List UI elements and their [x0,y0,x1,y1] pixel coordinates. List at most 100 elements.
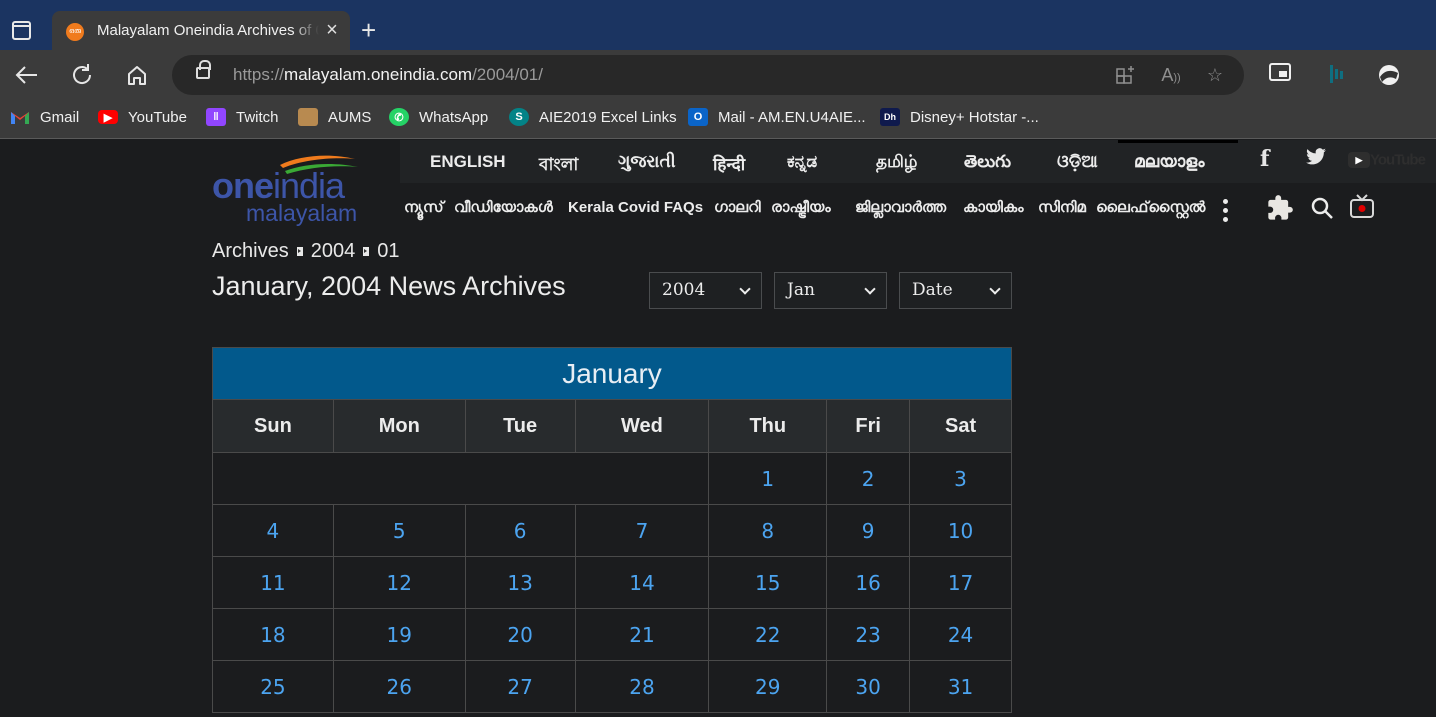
live-tv-icon[interactable] [1349,193,1375,224]
menu-videos[interactable]: വീഡിയോകൾ [454,199,553,216]
lang-gujarati[interactable]: ગુજરાતી [618,152,676,172]
url-scheme: https:// [233,65,285,84]
new-tab-icon[interactable]: + [361,17,376,43]
bookmark-mail[interactable]: O Mail - AM.EN.U4AIE... [688,107,866,127]
menu-cinema[interactable]: സിനിമ [1038,199,1086,216]
bookmark-twitch[interactable]: ‖ Twitch [206,107,279,127]
breadcrumb-archives[interactable]: Archives [212,240,289,262]
facebook-icon[interactable]: f [1260,146,1269,172]
sidebar-icon[interactable] [12,21,31,40]
bookmark-aums[interactable]: AUMS [298,107,371,127]
weekday-wed: Wed [574,399,710,453]
month-select[interactable]: Jan [774,272,887,309]
search-icon[interactable] [1310,196,1334,225]
breadcrumb-year[interactable]: 2004 [311,240,356,262]
twitch-icon: ‖ [206,108,226,126]
more-icon[interactable] [1223,199,1228,222]
home-icon[interactable] [122,60,152,90]
extension-icon[interactable] [1324,63,1348,87]
calendar-day-link[interactable]: 11 [260,571,285,595]
bookmark-aie2019[interactable]: S AIE2019 Excel Links [509,107,677,127]
calendar-day-link[interactable]: 12 [387,571,412,595]
youtube-social-icon[interactable]: ▶ YouTube [1348,151,1426,169]
calendar-day-link[interactable]: 27 [507,675,532,699]
calendar-day-link[interactable]: 31 [948,675,973,699]
menu-gallery[interactable]: ഗാലറി [714,199,761,216]
lock-icon[interactable] [196,60,211,79]
menu-district-news[interactable]: ജില്ലാവാർത്ത [855,199,946,216]
calendar-day-link[interactable]: 30 [855,675,880,699]
lang-kannada[interactable]: ಕನ್ನಡ [787,152,817,172]
bookmark-gmail[interactable]: Gmail [10,107,79,127]
lang-english[interactable]: ENGLISH [430,152,506,172]
calendar-day-link[interactable]: 18 [260,623,285,647]
year-select[interactable]: 2004 [649,272,762,309]
bookmark-whatsapp[interactable]: ✆ WhatsApp [389,107,488,127]
lang-odia[interactable]: ଓଡ଼ିଆ [1057,152,1098,172]
puzzle-icon[interactable] [1266,194,1294,227]
calendar-day-link[interactable]: 9 [862,519,875,543]
twitter-icon[interactable] [1305,148,1327,171]
read-aloud-icon[interactable]: A)) [1159,63,1183,87]
date-select[interactable]: Date [899,272,1012,309]
calendar-day-link[interactable]: 3 [954,467,967,491]
menu-lifestyle[interactable]: ലൈഫ്‌സ്റ്റൈൽ [1096,199,1205,216]
picture-in-picture-icon[interactable] [1268,63,1292,87]
calendar-day-link[interactable]: 1 [761,467,774,491]
calendar-day-link[interactable]: 26 [387,675,412,699]
browser-tab[interactable]: ഒരു Malayalam Oneindia Archives of 01 20… [52,11,350,51]
calendar-day-link[interactable]: 5 [393,519,406,543]
date-select-value: Date [912,280,953,300]
chevron-down-icon [864,283,876,295]
url-text[interactable]: https://malayalam.oneindia.com/2004/01/ [233,65,543,85]
calendar-day-link[interactable]: 25 [260,675,285,699]
calendar-day-link[interactable]: 17 [948,571,973,595]
calendar-day-link[interactable]: 6 [514,519,527,543]
calendar-day-link[interactable]: 7 [636,519,649,543]
bookmark-youtube[interactable]: ▶ YouTube [98,107,187,127]
calendar-day-link[interactable]: 10 [948,519,973,543]
calendar-day-link[interactable]: 13 [507,571,532,595]
calendar-day-link[interactable]: 23 [855,623,880,647]
page-content: oneindia malayalam ENGLISH বাংলা ગુજરાતી… [0,140,1436,717]
menu-news[interactable]: ന്യൂസ് [404,199,444,216]
calendar-day-link[interactable]: 28 [629,675,654,699]
lang-malayalam-active[interactable]: മലയാളം [1134,152,1204,172]
lang-tamil[interactable]: தமிழ் [876,152,918,174]
bookmark-hotstar[interactable]: Dh Disney+ Hotstar -... [880,107,1039,127]
close-tab-icon[interactable]: × [322,20,342,40]
weekday-fri: Fri [826,399,911,453]
calendar-day-link[interactable]: 21 [629,623,654,647]
calendar-day-link[interactable]: 20 [507,623,532,647]
calendar-day-link[interactable]: 14 [629,571,654,595]
back-icon[interactable] [12,60,42,90]
month-select-value: Jan [787,280,815,300]
calendar-day-cell: 29 [708,660,828,713]
address-bar[interactable]: https://malayalam.oneindia.com/2004/01/ … [172,55,1244,95]
calendar-day-link[interactable]: 15 [755,571,780,595]
menu-politics[interactable]: രാഷ്ട്രീയം [771,199,831,216]
calendar-day-link[interactable]: 29 [755,675,780,699]
calendar-day-link[interactable]: 19 [387,623,412,647]
refresh-icon[interactable] [67,60,97,90]
profile-icon[interactable] [1377,63,1401,87]
calendar-day-link[interactable]: 2 [862,467,875,491]
menu-kerala-covid-faqs[interactable]: Kerala Covid FAQs [568,199,703,216]
outlook-icon: O [688,108,708,126]
calendar-day-link[interactable]: 22 [755,623,780,647]
bookmark-label: Twitch [236,108,279,126]
lang-telugu[interactable]: తెలుగు [964,152,1011,176]
calendar-day-link[interactable]: 4 [267,519,280,543]
calendar-day-link[interactable]: 16 [855,571,880,595]
calendar-day-link[interactable]: 24 [948,623,973,647]
menu-sports[interactable]: കായികം [963,199,1023,216]
calendar-day-cell: 10 [909,504,1012,557]
lang-bengali[interactable]: বাংলা [539,152,578,180]
oneindia-logo[interactable]: oneindia malayalam [190,140,400,232]
weekday-row: Sun Mon Tue Wed Thu Fri Sat [212,399,1012,453]
favorite-add-icon[interactable]: ☆ [1203,63,1227,87]
bookmark-label: AUMS [328,108,372,126]
lang-hindi[interactable]: हिन्दी [713,152,745,175]
calendar-day-link[interactable]: 8 [761,519,774,543]
apps-add-icon[interactable] [1114,63,1138,87]
